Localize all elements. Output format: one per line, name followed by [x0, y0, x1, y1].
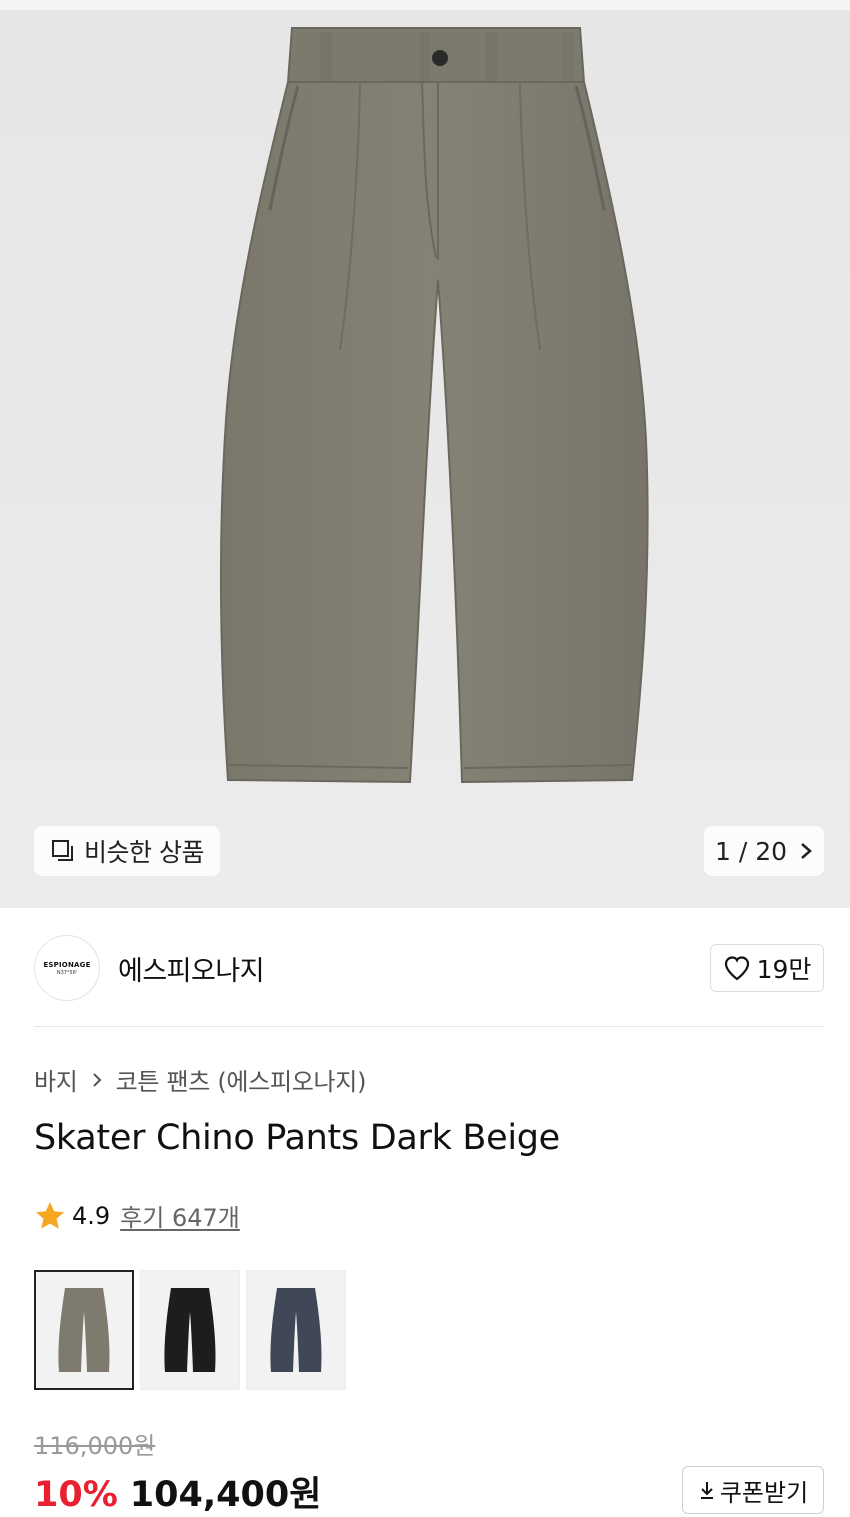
- pants-thumbnail: [164, 1288, 216, 1372]
- image-counter-text: 1 / 20: [714, 836, 788, 866]
- rating-row: 4.9 후기 647개: [34, 1198, 240, 1233]
- similar-products-icon: [52, 840, 73, 861]
- rating-score: 4.9: [72, 1201, 111, 1230]
- color-swatch-navy[interactable]: [246, 1270, 346, 1390]
- heart-icon: [724, 956, 749, 981]
- color-swatch-black[interactable]: [140, 1270, 240, 1390]
- brand-logo-text: ESPIONAGE: [43, 960, 91, 969]
- similar-products-button[interactable]: 비슷한 상품: [34, 826, 220, 876]
- breadcrumb-category[interactable]: 바지: [34, 1062, 78, 1097]
- color-swatches: [34, 1270, 346, 1390]
- price-row: 10% 104,400원: [34, 1466, 321, 1517]
- download-icon: [700, 1482, 713, 1499]
- coupon-button[interactable]: 쿠폰받기: [682, 1466, 824, 1514]
- star-icon: [36, 1201, 64, 1229]
- original-price: 116,000원: [34, 1432, 156, 1460]
- product-image-gallery[interactable]: 비슷한 상품 1 / 20: [0, 0, 850, 908]
- breadcrumb-subcategory[interactable]: 코튼 팬츠 (에스피오나지): [116, 1062, 367, 1097]
- pants-thumbnail: [270, 1288, 322, 1372]
- discount-rate: 10%: [34, 1475, 118, 1515]
- like-button[interactable]: 19만: [710, 944, 824, 992]
- brand-row: ESPIONAGE N37°56' 에스피오나지 19만: [34, 934, 824, 1002]
- pants-thumbnail: [58, 1288, 110, 1372]
- chevron-right-icon: [801, 843, 812, 859]
- brand-logo[interactable]: ESPIONAGE N37°56': [34, 935, 100, 1001]
- sale-price: 104,400원: [129, 1475, 322, 1515]
- product-image[interactable]: [200, 20, 670, 790]
- coupon-label: 쿠폰받기: [719, 1478, 809, 1507]
- top-bar-shadow: [0, 0, 850, 10]
- breadcrumb: 바지 코튼 팬츠 (에스피오나지): [34, 1062, 366, 1097]
- reviews-link[interactable]: 후기 647개: [120, 1198, 240, 1233]
- brand-name[interactable]: 에스피오나지: [118, 949, 265, 988]
- divider: [34, 1026, 824, 1027]
- image-counter-button[interactable]: 1 / 20: [704, 826, 824, 876]
- brand-logo-subtext: N37°56': [56, 969, 78, 976]
- similar-products-label: 비슷한 상품: [84, 838, 204, 867]
- product-title: Skater Chino Pants Dark Beige: [34, 1118, 560, 1158]
- chevron-right-icon: [92, 1072, 101, 1087]
- color-swatch-dark-beige[interactable]: [34, 1270, 134, 1390]
- like-count: 19만: [756, 955, 812, 984]
